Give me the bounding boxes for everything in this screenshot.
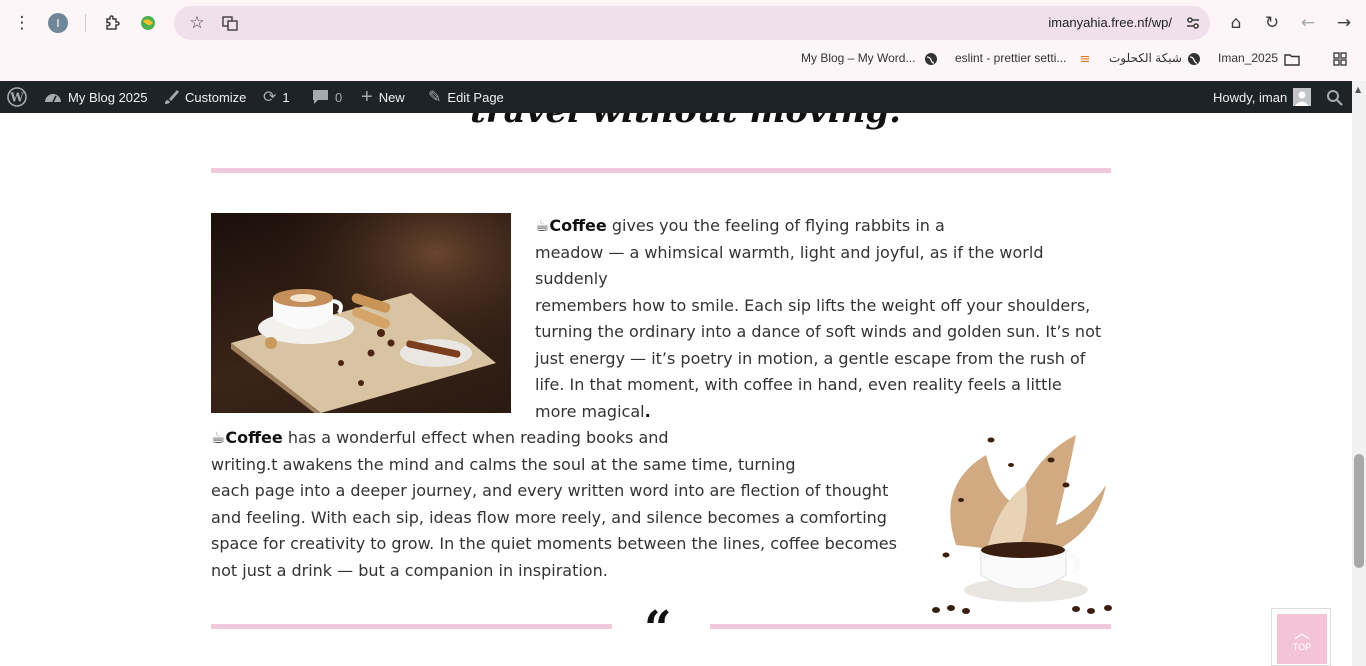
extensions-icon[interactable] xyxy=(101,12,123,34)
globe-icon xyxy=(1186,51,1202,67)
edit-page-label: Edit Page xyxy=(447,89,504,105)
coffee-photo xyxy=(211,213,511,413)
pencil-icon: ✎ xyxy=(428,89,442,106)
paintbrush-icon xyxy=(163,89,179,105)
stack-overflow-icon: ≡ xyxy=(1079,51,1091,67)
customize-label: Customize xyxy=(185,89,247,105)
coffee-paragraph-2: ☕Coffee has a wonderful effect when read… xyxy=(211,425,901,584)
profile-initial: I xyxy=(48,13,68,33)
updates-button[interactable]: ⟳ 1 xyxy=(263,81,290,113)
comments-count: 0 xyxy=(335,89,343,105)
para1-line: just energy — it’s poetry in motion, a g… xyxy=(535,348,1086,368)
all-bookmarks-icon[interactable] xyxy=(1332,51,1348,67)
chevron-up-icon: ︿ xyxy=(1293,625,1310,642)
coffee-splash-image xyxy=(916,425,1126,617)
folder-icon xyxy=(1284,51,1300,67)
extension-globe-icon[interactable] xyxy=(137,12,159,34)
comments-button[interactable]: 0 xyxy=(312,81,342,113)
para1-period: . xyxy=(644,401,651,421)
para2-line: not just a drink — but a companion in in… xyxy=(211,560,608,580)
edit-page-button[interactable]: ✎ Edit Page xyxy=(428,81,504,113)
para1-line: life. In that moment, with coffee in han… xyxy=(535,375,1062,394)
para2-line: space for creativity to grow. In the qui… xyxy=(211,534,897,553)
wordpress-logo-icon: W xyxy=(7,87,27,107)
coffee-emoji-icon: ☕ xyxy=(535,216,550,235)
translate-icon[interactable] xyxy=(219,12,241,34)
para2-line: and feeling. With each sip, ideas flow m… xyxy=(211,507,887,527)
comment-icon xyxy=(312,89,329,105)
coffee-paragraph-1: ☕Coffee gives you the feeling of flying … xyxy=(535,213,1115,425)
page-heading: travel without moving. xyxy=(470,113,901,131)
svg-text:W: W xyxy=(9,91,24,105)
bookmark-eslint[interactable]: eslint - prettier setti... xyxy=(955,51,1066,65)
pink-divider-right xyxy=(710,624,1111,629)
site-name-label: My Blog 2025 xyxy=(68,89,148,105)
forward-icon[interactable]: → xyxy=(1333,12,1355,34)
user-avatar xyxy=(1293,88,1312,106)
browser-chrome: ⋮ I ☆ imanyahia.free.nf/wp/ ⌂ ↻ ← → My B… xyxy=(0,0,1366,81)
bookmark-arabic[interactable]: شبكة الكحلوت xyxy=(1109,51,1182,65)
search-button[interactable] xyxy=(1326,81,1343,113)
toolbar-divider xyxy=(85,14,86,32)
para2-line: has a wonderful effect when reading book… xyxy=(282,428,669,447)
updates-icon: ⟳ xyxy=(263,89,277,106)
back-to-top-inner: ︿ TOP xyxy=(1277,614,1327,664)
page-scrollbar[interactable]: ▲ xyxy=(1352,81,1366,666)
para2-line: writing.t awakens the mind and calms the… xyxy=(211,454,796,474)
wordpress-logo-button[interactable]: W xyxy=(7,81,27,113)
para1-line: meadow — a whimsical warmth, light and j… xyxy=(535,242,1044,262)
customize-button[interactable]: Customize xyxy=(163,81,246,113)
bookmark-star-icon[interactable]: ☆ xyxy=(186,12,208,34)
wp-admin-bar: W My Blog 2025 Customize ⟳ 1 0 + New ✎ E… xyxy=(0,81,1366,113)
back-icon[interactable]: ← xyxy=(1297,12,1319,34)
quote-mark-icon: “ xyxy=(644,601,672,657)
pink-divider xyxy=(211,168,1111,173)
search-icon xyxy=(1326,89,1343,106)
home-icon[interactable]: ⌂ xyxy=(1225,12,1247,34)
page-content: travel without moving. ☕Coffee gives you… xyxy=(0,113,1352,666)
reload-icon[interactable]: ↻ xyxy=(1261,12,1283,34)
para1-line: suddenly xyxy=(535,269,608,288)
bookmark-iman[interactable]: Iman_2025 xyxy=(1218,51,1278,65)
site-name-button[interactable]: My Blog 2025 xyxy=(44,81,148,113)
new-content-button[interactable]: + New xyxy=(361,81,405,113)
coffee-bold-1: Coffee xyxy=(549,216,607,235)
scrollbar-thumb[interactable] xyxy=(1354,454,1364,568)
para1-line: more magical xyxy=(535,401,645,421)
globe-icon xyxy=(923,51,939,67)
profile-avatar[interactable]: I xyxy=(47,12,69,34)
para1-line: remembers how to smile. Each sip lifts t… xyxy=(535,295,1091,315)
coffee-bold-2: Coffee xyxy=(225,428,283,447)
plus-icon: + xyxy=(361,85,373,108)
howdy-label: Howdy, iman xyxy=(1213,89,1288,105)
bookmark-my-blog[interactable]: My Blog – My Word... xyxy=(801,51,915,65)
pink-divider-left xyxy=(211,624,612,629)
coffee-emoji-icon: ☕ xyxy=(211,428,226,447)
kebab-menu-icon[interactable]: ⋮ xyxy=(11,12,33,34)
para1-line: turning the ordinary into a dance of sof… xyxy=(535,322,1102,341)
updates-count: 1 xyxy=(282,89,290,105)
back-to-top-button[interactable]: ︿ TOP xyxy=(1271,608,1331,666)
para1-line: gives you the feeling of flying rabbits … xyxy=(606,216,945,235)
para2-line: each page into a deeper journey, and eve… xyxy=(211,481,889,500)
scroll-up-arrow-icon[interactable]: ▲ xyxy=(1355,85,1361,94)
address-bar[interactable]: ☆ imanyahia.free.nf/wp/ xyxy=(174,6,1210,40)
dashboard-icon xyxy=(44,89,62,105)
top-label: TOP xyxy=(1292,642,1312,652)
my-account-button[interactable]: Howdy, iman xyxy=(1213,81,1312,113)
site-settings-icon[interactable] xyxy=(1182,12,1204,34)
new-label: New xyxy=(378,89,405,105)
url-text[interactable]: imanyahia.free.nf/wp/ xyxy=(1048,15,1172,30)
